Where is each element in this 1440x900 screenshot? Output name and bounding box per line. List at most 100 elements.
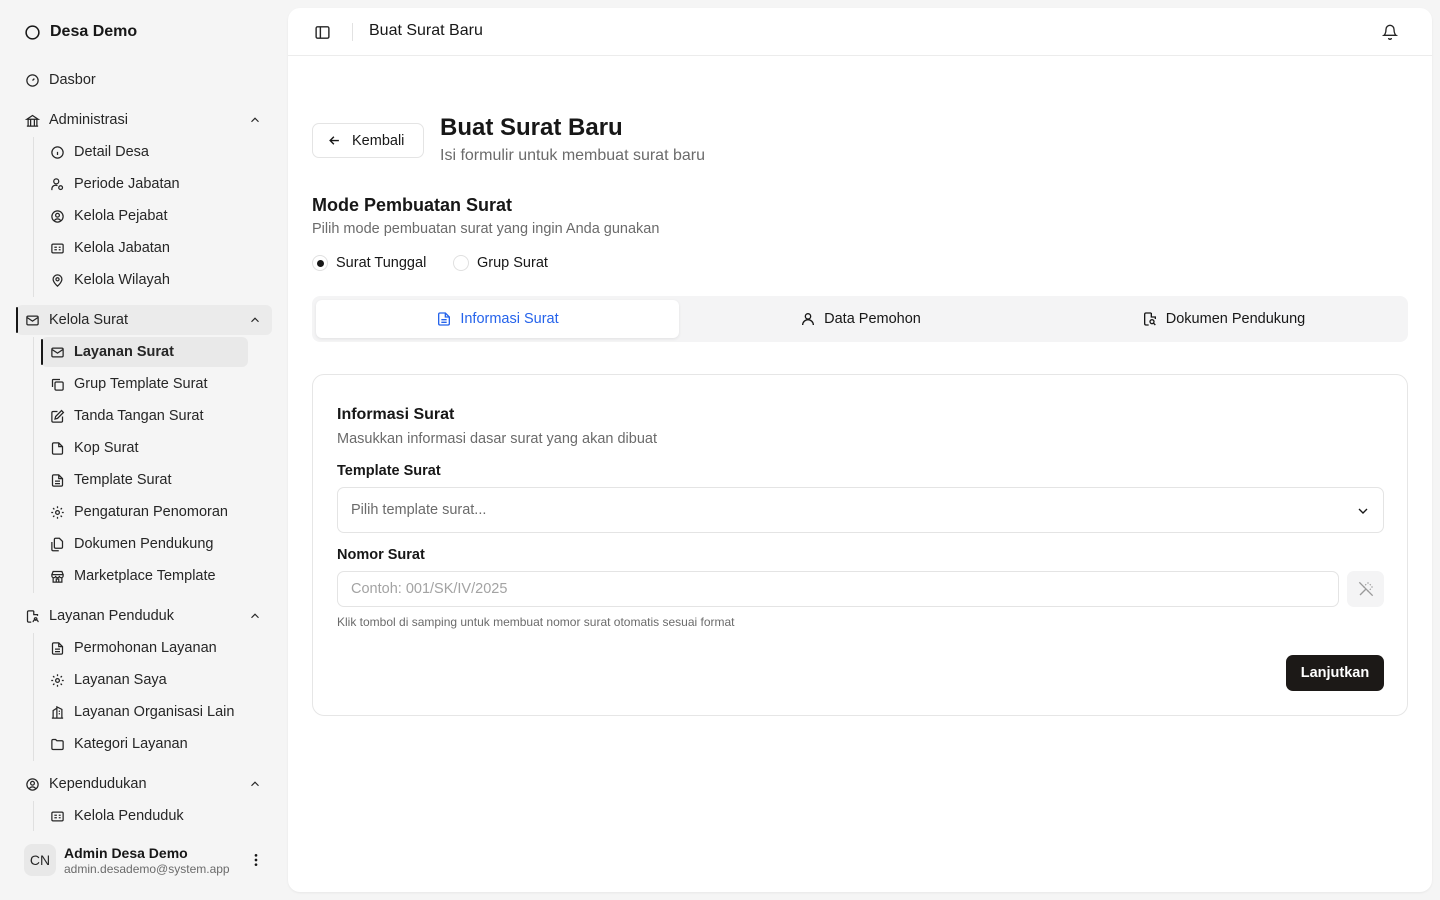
chevron-up-icon	[251, 613, 259, 619]
sidebar-item-periode-jabatan[interactable]: Periode Jabatan	[41, 169, 248, 199]
file-text-icon	[438, 312, 451, 326]
sidebar-group-label: Kependudukan	[49, 776, 147, 792]
form-card: Informasi Surat Masukkan informasi dasar…	[312, 374, 1408, 716]
sidebar-group-layanan-penduduk[interactable]: Layanan Penduduk	[16, 601, 272, 631]
sidebar-item-layanan-saya[interactable]: Layanan Saya	[41, 665, 248, 695]
sidebar-item-kategori-layanan[interactable]: Kategori Layanan	[41, 729, 248, 759]
sidebar-item-label: Periode Jabatan	[74, 176, 180, 192]
sidebar-item-label: Detail Desa	[74, 144, 149, 160]
generate-number-button[interactable]	[1347, 571, 1384, 607]
wand-off-icon	[1358, 581, 1373, 597]
sidebar-item-template-surat[interactable]: Template Surat	[41, 465, 248, 495]
file-icon	[49, 440, 65, 456]
tab-informasi-surat[interactable]: Informasi Surat	[316, 300, 679, 338]
gear-icon	[49, 672, 65, 688]
user-profile[interactable]: CN Admin Desa Demo admin.desademo@system…	[24, 838, 272, 882]
back-button[interactable]: Kembali	[312, 123, 424, 158]
radio-label: Surat Tunggal	[336, 255, 427, 271]
arrow-left-icon	[329, 136, 339, 145]
user-email: admin.desademo@system.app	[64, 861, 230, 876]
sidebar-item-label: Dasbor	[49, 72, 96, 88]
sidebar-item-kelola-wilayah[interactable]: Kelola Wilayah	[41, 265, 248, 295]
sidebar-item-label: Template Surat	[74, 472, 172, 488]
mode-subtitle: Pilih mode pembuatan surat yang ingin An…	[312, 221, 660, 237]
sidebar-item-label: Kelola Pejabat	[74, 208, 168, 224]
continue-button[interactable]: Lanjutkan	[1286, 655, 1384, 691]
sidebar-item-kelola-penduduk[interactable]: Kelola Penduduk	[41, 801, 248, 831]
tree-line	[33, 801, 34, 831]
more-vertical-icon[interactable]	[246, 850, 266, 870]
user-name: Admin Desa Demo	[64, 844, 188, 861]
sidebar-item-label: Layanan Saya	[74, 672, 167, 688]
sidebar-item-permohonan-layanan[interactable]: Permohonan Layanan	[41, 633, 248, 663]
template-label: Template Surat	[337, 463, 441, 479]
tab-dokumen-pendukung[interactable]: Dokumen Pendukung	[1042, 300, 1405, 338]
card-subtitle: Masukkan informasi dasar surat yang akan…	[337, 431, 657, 447]
file-text-icon	[49, 640, 65, 656]
sidebar-item-pengaturan-penomoran[interactable]: Pengaturan Penomoran	[41, 497, 248, 527]
template-select-placeholder: Pilih template surat...	[351, 502, 487, 518]
chevron-down-icon	[1358, 508, 1368, 514]
landmark-icon	[24, 112, 40, 128]
sidebar-item-kop-surat[interactable]: Kop Surat	[41, 433, 248, 463]
nomor-surat-input[interactable]: Contoh: 001/SK/IV/2025	[337, 571, 1339, 607]
bell-icon[interactable]	[1380, 22, 1400, 42]
id-card-icon	[49, 808, 65, 824]
tab-label: Data Pemohon	[824, 311, 921, 327]
sidebar-item-layanan-organisasi-lain[interactable]: Layanan Organisasi Lain	[41, 697, 248, 727]
sidebar: Desa Demo Dasbor Administrasi Detail Des…	[0, 0, 288, 900]
gear-icon	[49, 504, 65, 520]
chevron-up-icon	[251, 317, 259, 323]
sidebar-item-kelola-jabatan[interactable]: Kelola Jabatan	[41, 233, 248, 263]
tab-label: Informasi Surat	[460, 311, 559, 327]
tab-label: Dokumen Pendukung	[1165, 311, 1306, 327]
sidebar-item-label: Kategori Layanan	[74, 736, 188, 752]
brand-name: Desa Demo	[50, 23, 138, 40]
sidebar-item-kelola-pejabat[interactable]: Kelola Pejabat	[41, 201, 248, 231]
sidebar-item-label: Grup Template Surat	[74, 376, 208, 392]
sidebar-item-detail-desa[interactable]: Detail Desa	[41, 137, 248, 167]
tab-list: Informasi Surat Data Pemohon Dokumen Pen…	[312, 296, 1408, 342]
radio-button[interactable]	[453, 255, 469, 271]
user-info: Admin Desa Demo admin.desademo@system.ap…	[64, 845, 244, 876]
tree-line	[33, 633, 34, 761]
radio-button-selected[interactable]	[312, 255, 328, 271]
tree-line	[33, 337, 34, 593]
mail-icon	[24, 312, 40, 328]
copy-icon	[49, 376, 65, 392]
page-subtitle: Isi formulir untuk membuat surat baru	[440, 147, 705, 164]
sidebar-toggle-icon[interactable]	[312, 22, 332, 42]
sidebar-item-label: Marketplace Template	[74, 568, 216, 584]
breadcrumb: Buat Surat Baru	[369, 22, 483, 39]
radio-grup-surat[interactable]: Grup Surat	[453, 255, 548, 271]
file-user-icon	[24, 608, 40, 624]
topbar: Buat Surat Baru	[288, 8, 1432, 56]
sidebar-group-administrasi[interactable]: Administrasi	[16, 105, 272, 135]
sidebar-item-grup-template-surat[interactable]: Grup Template Surat	[41, 369, 248, 399]
radio-surat-tunggal[interactable]: Surat Tunggal	[312, 255, 426, 271]
sidebar-item-marketplace-template[interactable]: Marketplace Template	[41, 561, 248, 591]
file-text-icon	[49, 472, 65, 488]
sidebar-group-kependudukan[interactable]: Kependudukan	[16, 769, 272, 799]
sidebar-item-label: Layanan Surat	[74, 344, 174, 360]
brand[interactable]: Desa Demo	[24, 22, 137, 42]
pen-square-icon	[49, 408, 65, 424]
sidebar-item-label: Kelola Penduduk	[74, 808, 184, 824]
template-select[interactable]: Pilih template surat...	[337, 487, 1384, 533]
sidebar-item-label: Dokumen Pendukung	[74, 536, 214, 552]
helper-text: Klik tombol di samping untuk membuat nom…	[337, 615, 735, 629]
info-icon	[49, 144, 65, 160]
sidebar-item-tanda-tangan-surat[interactable]: Tanda Tangan Surat	[41, 401, 248, 431]
building-icon	[49, 704, 65, 720]
sidebar-item-dokumen-pendukung[interactable]: Dokumen Pendukung	[41, 529, 248, 559]
back-button-label: Kembali	[352, 132, 405, 149]
nomor-surat-placeholder: Contoh: 001/SK/IV/2025	[351, 581, 508, 597]
tab-data-pemohon[interactable]: Data Pemohon	[679, 300, 1042, 338]
sidebar-item-dasbor[interactable]: Dasbor	[16, 65, 272, 95]
sidebar-item-label: Pengaturan Penomoran	[74, 504, 228, 520]
folder-icon	[49, 736, 65, 752]
user-circle-icon	[24, 776, 40, 792]
sidebar-item-layanan-surat[interactable]: Layanan Surat	[41, 337, 248, 367]
sidebar-group-kelola-surat[interactable]: Kelola Surat	[16, 305, 272, 335]
sidebar-item-label: Tanda Tangan Surat	[74, 408, 204, 424]
